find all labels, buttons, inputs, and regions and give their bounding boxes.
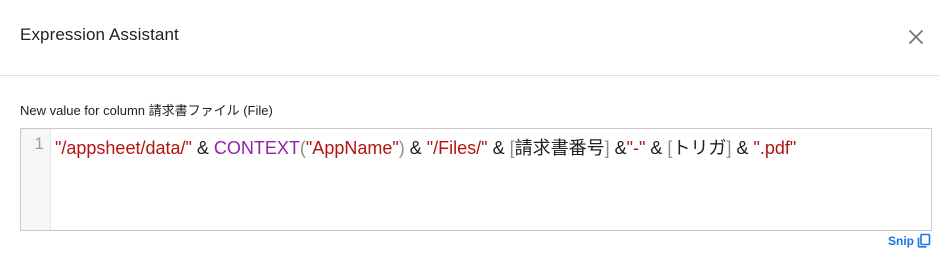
column-label: New value for column 請求書ファイル (File)	[20, 103, 273, 118]
code-token-op: &	[731, 138, 754, 158]
snip-label: Snip	[888, 233, 914, 248]
code-line[interactable]: "/appsheet/data/" & CONTEXT("AppName") &…	[55, 134, 796, 160]
code-token-col: 請求書番号	[514, 138, 605, 158]
code-token-str: "/Files/"	[426, 138, 488, 158]
code-token-str: "-"	[626, 138, 646, 158]
code-token-op: &	[191, 138, 214, 158]
line-gutter: 1	[21, 129, 51, 230]
code-token-op: &	[645, 138, 668, 158]
line-number: 1	[34, 134, 44, 153]
dialog-title: Expression Assistant	[20, 25, 179, 44]
code-token-str: "AppName"	[305, 138, 399, 158]
code-token-op: &	[404, 138, 427, 158]
close-button[interactable]	[905, 26, 927, 48]
code-token-func: CONTEXT	[213, 138, 300, 158]
close-icon	[909, 30, 923, 44]
dialog-header: Expression Assistant	[0, 0, 939, 76]
code-token-str: "/appsheet/data/"	[55, 138, 192, 158]
code-token-col: トリガ	[672, 138, 727, 158]
copy-icon	[917, 233, 931, 248]
expression-editor[interactable]: 1 "/appsheet/data/" & CONTEXT("AppName")…	[20, 128, 932, 231]
code-token-op: &	[609, 138, 627, 158]
snip-button[interactable]: Snip	[888, 233, 931, 248]
expression-assistant-dialog: Expression Assistant New value for colum…	[0, 0, 939, 257]
code-token-str: ".pdf"	[753, 138, 797, 158]
code-token-op: &	[487, 138, 510, 158]
